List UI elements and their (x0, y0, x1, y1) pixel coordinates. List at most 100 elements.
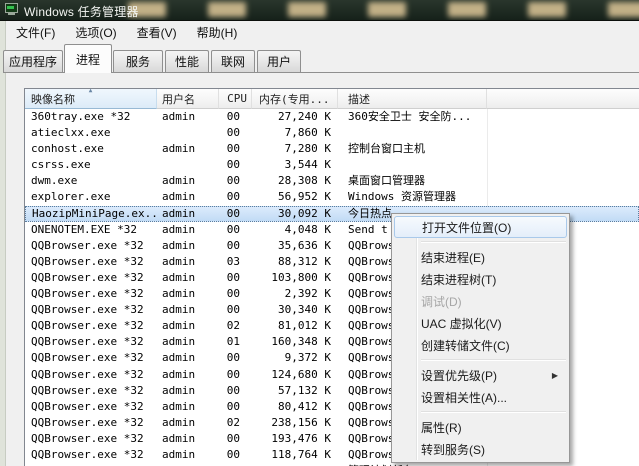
context-menu-item: 调试(D) (394, 290, 567, 312)
menu-separator (421, 241, 566, 243)
context-menu: 打开文件位置(O) 结束进程(E)结束进程树(T)调试(D)UAC 虚拟化(V)创… (391, 213, 570, 463)
cell-user: admin (157, 367, 219, 383)
cell-user (157, 157, 219, 173)
sort-asc-icon: ▲ (89, 87, 93, 94)
column-header-image-name[interactable]: ▲ 映像名称 (25, 89, 157, 109)
cell-cpu: 00 (219, 157, 252, 173)
process-row[interactable]: csrss.exe003,544 K (25, 157, 639, 173)
cell-cpu: 00 (219, 302, 252, 318)
cell-user: admin (157, 399, 219, 415)
cell-mem: 35,636 K (252, 238, 338, 254)
menu-help[interactable]: 帮助(H) (187, 22, 248, 43)
cell-desc (338, 157, 487, 173)
cell-name: QQBrowser.exe *32 (25, 318, 157, 334)
cell-mem: 2,392 K (252, 286, 338, 302)
cell-mem: 238,156 K (252, 415, 338, 431)
cell-name: QQBrowser.exe *32 (25, 286, 157, 302)
cell-cpu: 00 (219, 447, 252, 463)
context-menu-item[interactable]: 转到服务(S) (394, 438, 567, 460)
context-menu-item[interactable]: UAC 虚拟化(V) (394, 312, 567, 334)
cell-user: admin (157, 334, 219, 350)
context-menu-item[interactable]: 结束进程(E) (394, 246, 567, 268)
cell-user: admin (157, 447, 219, 463)
process-row[interactable]: atieclxx.exe007,860 K (25, 125, 639, 141)
tab-applications[interactable]: 应用程序 (3, 50, 63, 72)
column-header-memory[interactable]: 内存(专用... (252, 89, 338, 109)
cell-mem: 57,132 K (252, 383, 338, 399)
context-menu-item[interactable]: 结束进程树(T) (394, 268, 567, 290)
cell-mem: 160,348 K (252, 334, 338, 350)
cell-name: QQBrowser.exe *32 (25, 302, 157, 318)
cell-name: QQBrowser.exe *32 (25, 254, 157, 270)
cell-cpu: 00 (219, 431, 252, 447)
submenu-arrow-icon: ▶ (552, 371, 558, 380)
title-bar[interactable]: Windows 任务管理器 (0, 0, 639, 21)
process-row[interactable]: 360tray.exe *32admin0027,240 K360安全卫士 安全… (25, 109, 639, 125)
cell-cpu: 00 (219, 109, 252, 125)
cell-mem: 28,308 K (252, 173, 338, 189)
cell-user: admin (157, 383, 219, 399)
context-menu-item[interactable]: 打开文件位置(O) (394, 216, 567, 238)
tab-services[interactable]: 服务 (113, 50, 163, 72)
menu-file[interactable]: 文件(F) (6, 22, 65, 43)
context-menu-item[interactable]: 设置优先级(P)▶ (394, 364, 567, 386)
context-menu-item[interactable]: 属性(R) (394, 416, 567, 438)
tab-networking[interactable]: 联网 (211, 50, 255, 72)
cell-mem: 56,952 K (252, 189, 338, 205)
background-glass-blob (208, 2, 246, 17)
cell-user: admin (157, 207, 219, 221)
process-row[interactable]: dwm.exeadmin0028,308 K桌面窗口管理器 (25, 173, 639, 189)
cell-mem: 27,240 K (252, 109, 338, 125)
tab-strip: 应用程序 进程 服务 性能 联网 用户 (3, 44, 639, 73)
cell-name: QQBrowser.exe *32 (25, 334, 157, 350)
menu-view[interactable]: 查看(V) (127, 22, 187, 43)
cell-desc: 桌面窗口管理器 (338, 173, 487, 189)
window-left-border (0, 21, 6, 466)
cell-name: ONENOTEM.EXE *32 (25, 222, 157, 238)
tab-performance[interactable]: 性能 (165, 50, 209, 72)
background-glass-blob (528, 2, 566, 17)
cell-desc: Windows 资源管理器 (338, 189, 487, 205)
cell-name: QQBrowser.exe *32 (25, 415, 157, 431)
column-header-description[interactable]: 描述 (338, 89, 487, 109)
cell-cpu: 00 (219, 367, 252, 383)
cell-user: admin (157, 254, 219, 270)
cell-mem: 80,412 K (252, 399, 338, 415)
cell-cpu: 00 (219, 189, 252, 205)
cell-cpu: 00 (219, 238, 252, 254)
menu-options[interactable]: 选项(O) (65, 22, 126, 43)
listview-header: ▲ 映像名称 用户名 CPU 内存(专用... 描述 (25, 89, 639, 109)
cell-desc: 360安全卫士 安全防... (338, 109, 487, 125)
context-menu-item[interactable]: 创建转储文件(C) (394, 334, 567, 356)
cell-cpu: 00 (219, 125, 252, 141)
column-header-cpu[interactable]: CPU (219, 89, 252, 109)
context-menu-item[interactable]: 设置相关性(A)... (394, 386, 567, 408)
process-row[interactable]: explorer.exeadmin0056,952 KWindows 资源管理器 (25, 189, 639, 205)
cell-cpu: 00 (219, 173, 252, 189)
cell-cpu: 03 (219, 254, 252, 270)
cell-name: QQBrowser.exe *32 (25, 367, 157, 383)
task-manager-window: Windows 任务管理器 文件(F) 选项(O) 查看(V) 帮助(H) 应用… (0, 0, 639, 466)
menu-separator (421, 411, 566, 413)
tab-processes[interactable]: 进程 (64, 44, 112, 73)
cell-user: admin (157, 318, 219, 334)
column-header-user-name[interactable]: 用户名 (157, 89, 219, 109)
cell-name: 360tray.exe *32 (25, 109, 157, 125)
cell-name: conhost.exe (25, 141, 157, 157)
cell-mem: 7,860 K (252, 125, 338, 141)
cell-name: QQBrowser.exe *32 (25, 431, 157, 447)
cell-desc (338, 125, 487, 141)
tab-users[interactable]: 用户 (257, 50, 301, 72)
cell-mem: 30,092 K (252, 207, 338, 221)
cell-user: admin (157, 350, 219, 366)
cell-cpu: 00 (219, 141, 252, 157)
cell-name: QQBrowser.exe *32 (25, 447, 157, 463)
background-glass-blob (608, 2, 639, 17)
process-row[interactable]: conhost.exeadmin007,280 K控制台窗口主机 (25, 141, 639, 157)
cell-mem: 81,012 K (252, 318, 338, 334)
cell-mem: 103,800 K (252, 270, 338, 286)
task-manager-icon (5, 3, 18, 15)
cell-cpu: 00 (219, 383, 252, 399)
cell-name: QQBrowser.exe *32 (25, 383, 157, 399)
cell-name: explorer.exe (25, 189, 157, 205)
